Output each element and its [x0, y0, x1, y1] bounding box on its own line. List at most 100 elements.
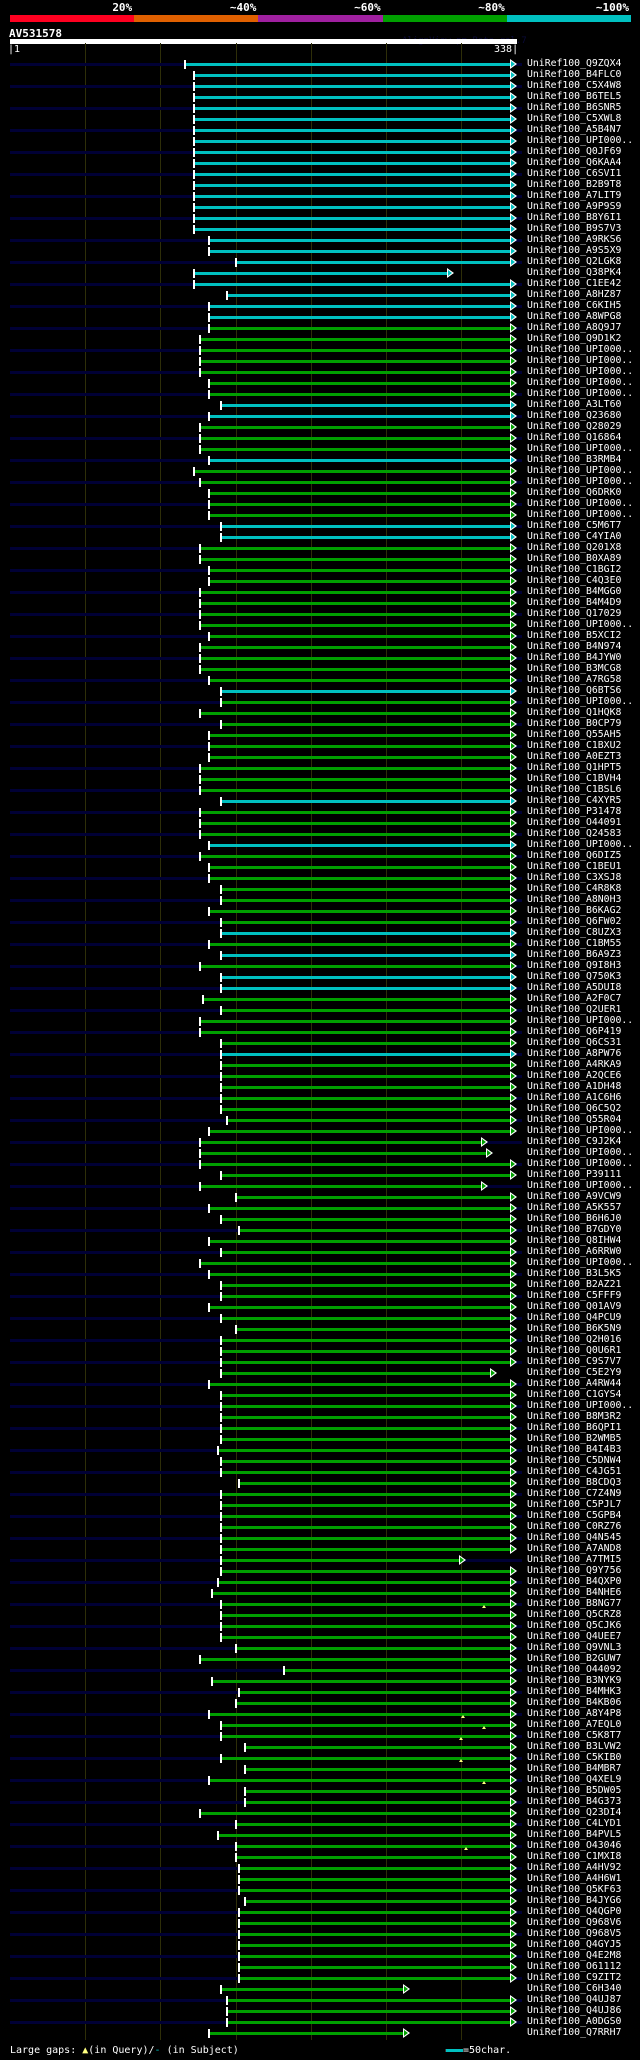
alignment-bar[interactable] — [220, 536, 511, 539]
hit-label[interactable]: UniRef100_A0DGS0 — [527, 2016, 621, 2027]
alignment-bar[interactable] — [208, 1713, 511, 1716]
hit-label[interactable]: UniRef100_UPI000.. — [527, 1180, 633, 1191]
hit-label[interactable]: UniRef100_UPI000.. — [527, 476, 633, 487]
alignment-bar[interactable] — [199, 646, 511, 649]
alignment-bar[interactable] — [220, 1636, 511, 1639]
alignment-bar[interactable] — [235, 1845, 511, 1848]
hit-label[interactable]: UniRef100_B2AZ21 — [527, 1279, 621, 1290]
alignment-bar[interactable] — [220, 1174, 511, 1177]
hit-label[interactable]: UniRef100_A9P9S9 — [527, 201, 621, 212]
hit-label[interactable]: UniRef100_C5GPB4 — [527, 1510, 621, 1521]
hit-label[interactable]: UniRef100_Q6BTS6 — [527, 685, 621, 696]
alignment-bar[interactable] — [244, 1768, 511, 1771]
alignment-bar[interactable] — [208, 745, 511, 748]
alignment-bar[interactable] — [199, 1152, 487, 1155]
hit-label[interactable]: UniRef100_A8Y4P8 — [527, 1708, 621, 1719]
hit-label[interactable]: UniRef100_Q17029 — [527, 608, 621, 619]
alignment-bar[interactable] — [220, 1064, 511, 1067]
alignment-bar[interactable] — [211, 1680, 511, 1683]
hit-label[interactable]: UniRef100_Q968V5 — [527, 1928, 621, 1939]
hit-label[interactable]: UniRef100_A7RG58 — [527, 674, 621, 685]
alignment-bar[interactable] — [220, 1053, 511, 1056]
alignment-bar[interactable] — [220, 690, 511, 693]
alignment-bar[interactable] — [208, 250, 511, 253]
hit-label[interactable]: UniRef100_B9S7V3 — [527, 223, 621, 234]
hit-label[interactable]: UniRef100_UPI000.. — [527, 619, 633, 630]
alignment-bar[interactable] — [220, 1603, 511, 1606]
hit-label[interactable]: UniRef100_C1GYS4 — [527, 1389, 621, 1400]
hit-label[interactable]: UniRef100_A9VCW9 — [527, 1191, 621, 1202]
hit-label[interactable]: UniRef100_Q9D1K2 — [527, 333, 621, 344]
hit-label[interactable]: UniRef100_Q6DIZ5 — [527, 850, 621, 861]
hit-label[interactable]: UniRef100_Q55AH5 — [527, 729, 621, 740]
hit-label[interactable]: UniRef100_C4R8K8 — [527, 883, 621, 894]
alignment-bar[interactable] — [199, 558, 511, 561]
alignment-bar[interactable] — [244, 1790, 511, 1793]
alignment-bar[interactable] — [220, 1372, 492, 1375]
hit-label[interactable]: UniRef100_Q8IHW4 — [527, 1235, 621, 1246]
alignment-bar[interactable] — [199, 1658, 511, 1661]
hit-label[interactable]: UniRef100_B7GDY0 — [527, 1224, 621, 1235]
hit-label[interactable]: UniRef100_B8M3R2 — [527, 1411, 621, 1422]
hit-label[interactable]: UniRef100_B4G373 — [527, 1796, 621, 1807]
alignment-bar[interactable] — [220, 1625, 511, 1628]
alignment-bar[interactable] — [208, 2032, 405, 2035]
alignment-bar[interactable] — [208, 382, 511, 385]
alignment-bar[interactable] — [208, 327, 511, 330]
alignment-bar[interactable] — [199, 602, 511, 605]
hit-label[interactable]: UniRef100_UPI000.. — [527, 366, 633, 377]
alignment-bar[interactable] — [238, 1482, 511, 1485]
alignment-bar[interactable] — [220, 1515, 511, 1518]
hit-label[interactable]: UniRef100_B5XCI2 — [527, 630, 621, 641]
alignment-bar[interactable] — [235, 1328, 511, 1331]
alignment-bar[interactable] — [208, 679, 511, 682]
alignment-bar[interactable] — [208, 514, 511, 517]
hit-label[interactable]: UniRef100_C9J2K4 — [527, 1136, 621, 1147]
hit-label[interactable]: UniRef100_B3LVW2 — [527, 1741, 621, 1752]
alignment-bar[interactable] — [238, 1966, 511, 1969]
hit-label[interactable]: UniRef100_Q4QGP0 — [527, 1906, 621, 1917]
hit-label[interactable]: UniRef100_A2F0C7 — [527, 993, 621, 1004]
hit-label[interactable]: UniRef100_O44091 — [527, 817, 621, 828]
alignment-bar[interactable] — [208, 492, 511, 495]
hit-label[interactable]: UniRef100_O44092 — [527, 1664, 621, 1675]
alignment-bar[interactable] — [220, 1537, 511, 1540]
hit-label[interactable]: UniRef100_B6SNR5 — [527, 102, 621, 113]
alignment-bar[interactable] — [220, 701, 511, 704]
alignment-bar[interactable] — [202, 998, 511, 1001]
hit-label[interactable]: UniRef100_A5K557 — [527, 1202, 621, 1213]
hit-label[interactable]: UniRef100_Q4GYJ5 — [527, 1939, 621, 1950]
alignment-bar[interactable] — [217, 1834, 511, 1837]
hit-label[interactable]: UniRef100_C9ZIT2 — [527, 1972, 621, 1983]
hit-label[interactable]: UniRef100_B0CP79 — [527, 718, 621, 729]
alignment-bar[interactable] — [199, 778, 511, 781]
hit-label[interactable]: UniRef100_A4RW44 — [527, 1378, 621, 1389]
alignment-bar[interactable] — [199, 789, 511, 792]
alignment-bar[interactable] — [199, 1185, 483, 1188]
alignment-bar[interactable] — [193, 228, 511, 231]
hit-label[interactable]: UniRef100_Q2LGK8 — [527, 256, 621, 267]
hit-label[interactable]: UniRef100_A5DUI8 — [527, 982, 621, 993]
hit-label[interactable]: UniRef100_UPI000.. — [527, 377, 633, 388]
hit-label[interactable]: UniRef100_B6KAG2 — [527, 905, 621, 916]
alignment-bar[interactable] — [193, 74, 511, 77]
alignment-bar[interactable] — [220, 1075, 511, 1078]
hit-label[interactable]: UniRef100_Q5CRZ8 — [527, 1609, 621, 1620]
hit-label[interactable]: UniRef100_C1BEU1 — [527, 861, 621, 872]
hit-label[interactable]: UniRef100_B4MHK3 — [527, 1686, 621, 1697]
hit-label[interactable]: UniRef100_Q750K3 — [527, 971, 621, 982]
hit-label[interactable]: UniRef100_O43046 — [527, 1840, 621, 1851]
alignment-bar[interactable] — [220, 1405, 511, 1408]
alignment-bar[interactable] — [199, 1163, 511, 1166]
alignment-bar[interactable] — [199, 855, 511, 858]
alignment-bar[interactable] — [220, 1361, 511, 1364]
alignment-bar[interactable] — [193, 107, 511, 110]
alignment-bar[interactable] — [226, 1999, 511, 2002]
hit-label[interactable]: UniRef100_P39111 — [527, 1169, 621, 1180]
hit-label[interactable]: UniRef100_Q4UJ86 — [527, 2005, 621, 2016]
hit-label[interactable]: UniRef100_B0XA89 — [527, 553, 621, 564]
hit-label[interactable]: UniRef100_A9RKS6 — [527, 234, 621, 245]
alignment-bar[interactable] — [226, 1119, 511, 1122]
hit-label[interactable]: UniRef100_B4MGG0 — [527, 586, 621, 597]
alignment-bar[interactable] — [199, 811, 511, 814]
